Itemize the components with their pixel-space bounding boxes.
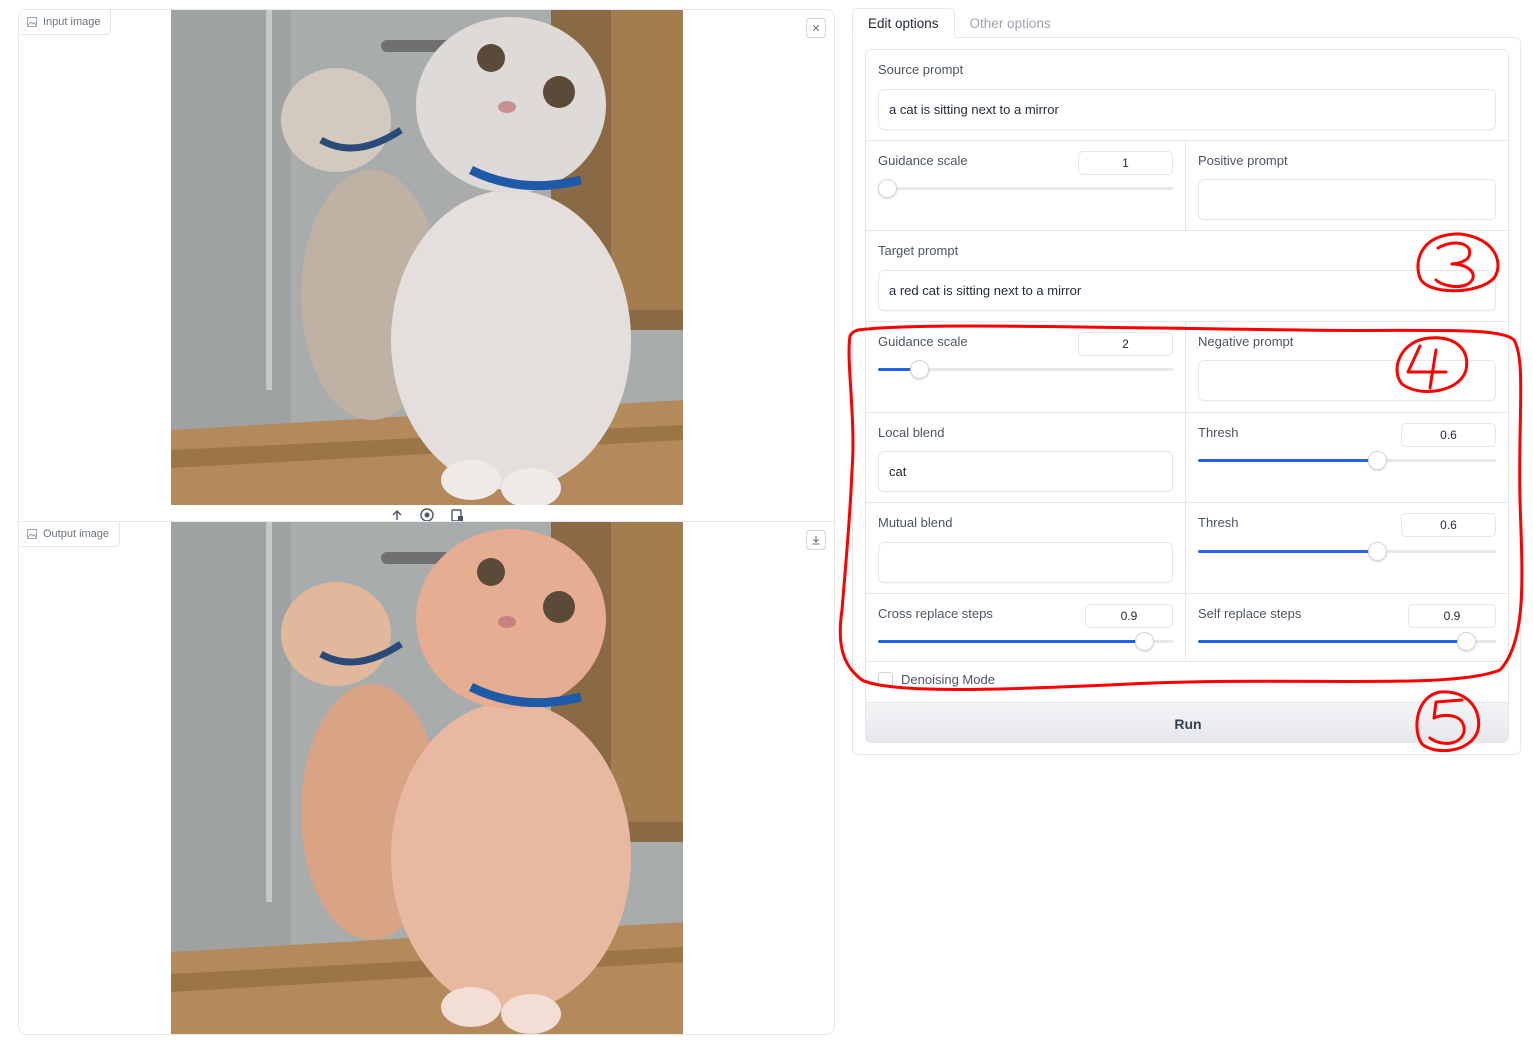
input-image-panel[interactable]: Input image ✕ xyxy=(18,9,835,522)
self-replace-number[interactable]: 0.9 xyxy=(1408,604,1496,628)
slider-handle[interactable] xyxy=(1457,632,1477,651)
output-photo xyxy=(171,522,683,1034)
source-prompt-label: Source prompt xyxy=(878,62,964,77)
tab-edit-options[interactable]: Edit options xyxy=(852,8,955,38)
source-guidance-slider[interactable] xyxy=(878,179,1173,199)
image-icon xyxy=(27,529,37,539)
mutual-blend-label: Mutual blend xyxy=(878,515,953,530)
source-guidance-row: Guidance scale 1 Positive prompt xyxy=(866,141,1508,231)
upload-icon[interactable] xyxy=(389,508,405,521)
local-blend-row: Local blend cat Thresh 0.6 xyxy=(866,413,1508,503)
slider-handle[interactable] xyxy=(1367,451,1387,470)
source-prompt-row: Source prompt a cat is sitting next to a… xyxy=(866,50,1508,141)
cross-replace-number[interactable]: 0.9 xyxy=(1085,604,1173,628)
target-prompt-label: Target prompt xyxy=(878,243,959,258)
slider-handle[interactable] xyxy=(1134,632,1154,651)
denoising-mode[interactable]: Denoising Mode xyxy=(878,672,995,687)
mutual-thresh-number[interactable]: 0.6 xyxy=(1401,513,1496,537)
edit-options-panel: Source prompt a cat is sitting next to a… xyxy=(852,37,1521,755)
webcam-icon[interactable] xyxy=(419,508,435,521)
mutual-blend-input[interactable] xyxy=(878,542,1173,583)
options-tabs: Edit options Other options xyxy=(852,8,1522,38)
clipboard-icon[interactable] xyxy=(449,508,465,521)
cross-replace-slider[interactable] xyxy=(878,632,1173,652)
slider-handle[interactable] xyxy=(878,179,897,198)
download-icon[interactable] xyxy=(806,530,826,550)
mutual-blend-row: Mutual blend Thresh 0.6 xyxy=(866,503,1508,594)
local-thresh-slider[interactable] xyxy=(1198,451,1496,471)
local-thresh-number[interactable]: 0.6 xyxy=(1401,423,1496,447)
target-guidance-number[interactable]: 2 xyxy=(1078,332,1173,356)
denoising-checkbox[interactable] xyxy=(878,672,893,687)
negative-prompt-input[interactable] xyxy=(1198,360,1496,401)
mutual-thresh-slider[interactable] xyxy=(1198,542,1496,562)
close-icon[interactable]: ✕ xyxy=(806,18,826,38)
input-image-label: Input image xyxy=(19,10,112,35)
target-prompt-input[interactable]: a red cat is sitting next to a mirror xyxy=(878,270,1496,311)
tab-other-options[interactable]: Other options xyxy=(955,8,1066,38)
target-prompt-row: Target prompt a red cat is sitting next … xyxy=(866,231,1508,322)
denoising-label: Denoising Mode xyxy=(901,672,995,687)
negative-prompt-label: Negative prompt xyxy=(1198,334,1294,349)
output-image-label: Output image xyxy=(19,522,121,547)
target-guidance-row: Guidance scale 2 Negative prompt xyxy=(866,322,1508,413)
input-photo xyxy=(171,10,683,505)
slider-handle[interactable] xyxy=(1367,542,1387,561)
self-replace-slider[interactable] xyxy=(1198,632,1496,652)
source-prompt-input[interactable]: a cat is sitting next to a mirror xyxy=(878,89,1496,130)
image-icon xyxy=(27,17,37,27)
run-button[interactable]: Run xyxy=(866,702,1508,742)
source-icons xyxy=(389,508,465,521)
local-blend-input[interactable]: cat xyxy=(878,451,1173,492)
slider-handle[interactable] xyxy=(910,360,930,379)
edit-form: Source prompt a cat is sitting next to a… xyxy=(865,49,1509,743)
positive-prompt-label: Positive prompt xyxy=(1198,153,1288,168)
source-guidance-number[interactable]: 1 xyxy=(1078,151,1173,175)
positive-prompt-input[interactable] xyxy=(1198,179,1496,220)
local-blend-label: Local blend xyxy=(878,425,945,440)
target-guidance-slider[interactable] xyxy=(878,360,1173,380)
output-image-panel: Output image xyxy=(18,521,835,1035)
replace-steps-row: Cross replace steps 0.9 Self replace ste… xyxy=(866,594,1508,662)
